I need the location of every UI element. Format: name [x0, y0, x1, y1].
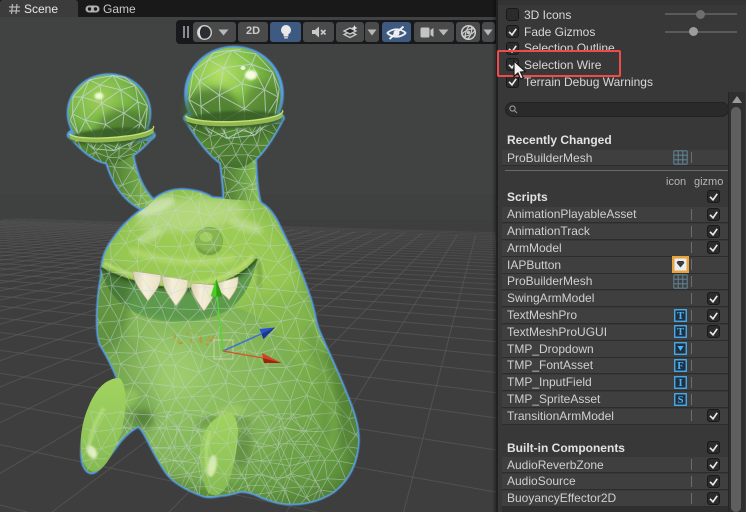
svg-text:T: T	[677, 311, 684, 322]
svg-text:I: I	[678, 378, 682, 389]
svg-text:T: T	[677, 327, 684, 338]
svg-text:F: F	[677, 361, 683, 372]
svg-text:S: S	[678, 395, 684, 406]
